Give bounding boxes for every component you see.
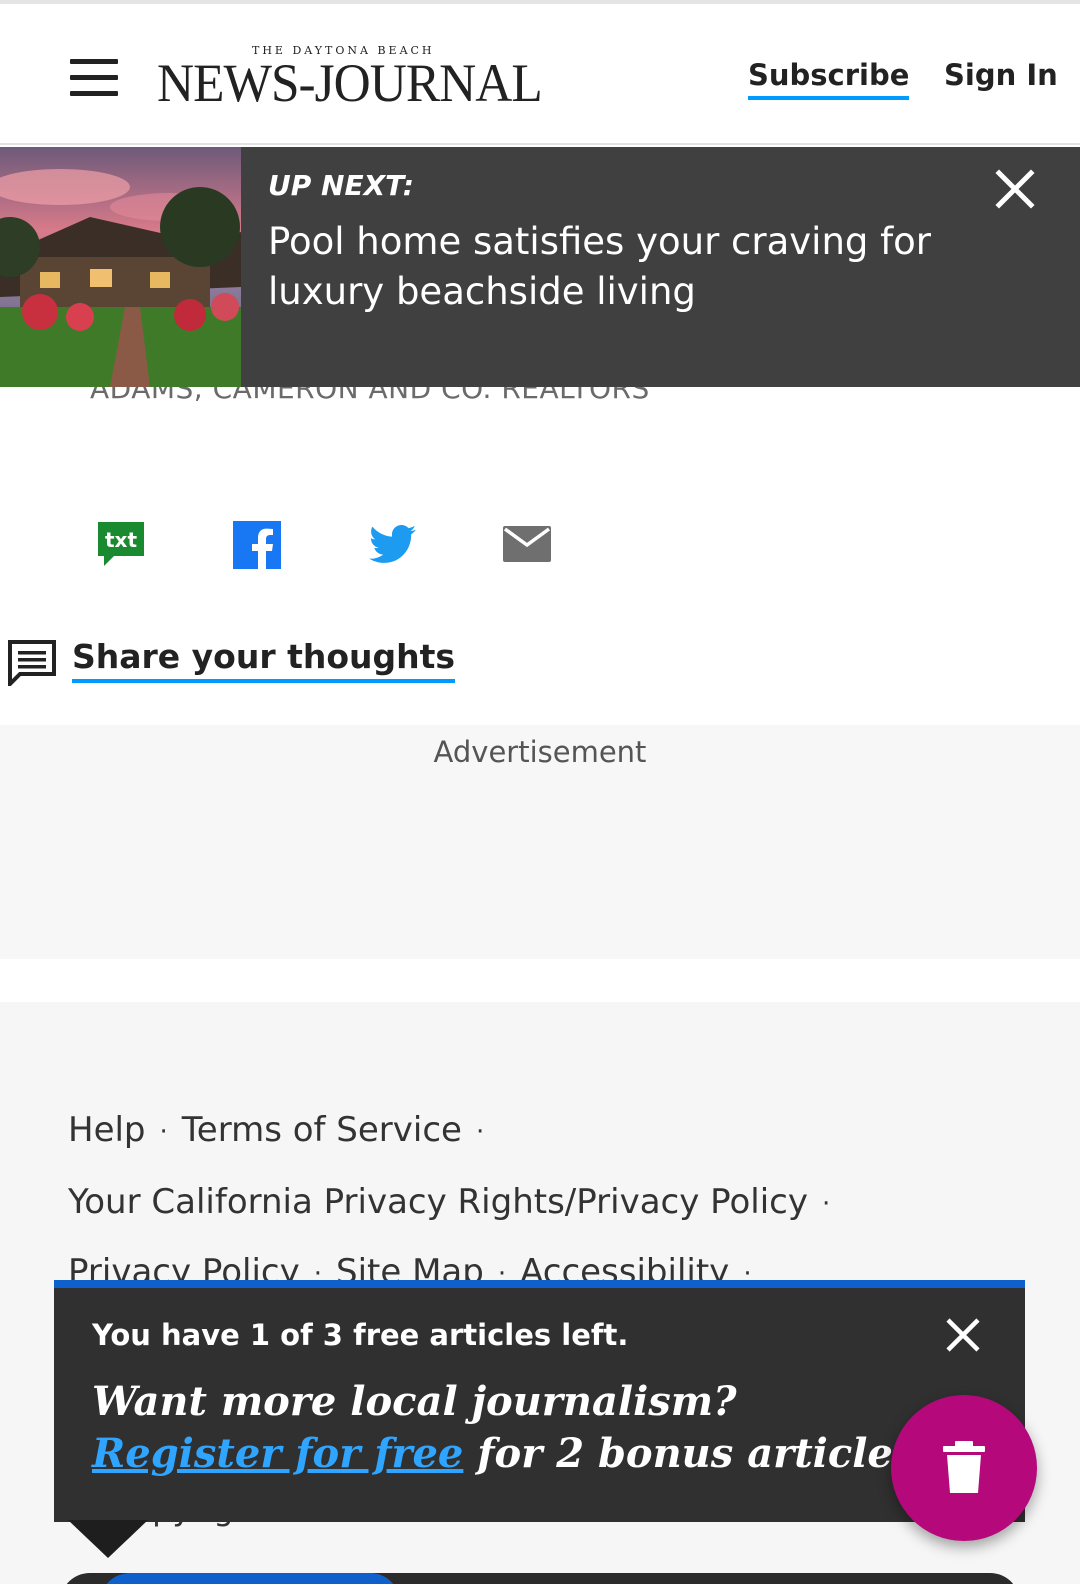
advertisement-slot: Advertisement	[0, 725, 1080, 959]
up-next-title[interactable]: Pool home satisfies your craving for lux…	[268, 217, 968, 317]
bottom-bar-accent	[100, 1573, 400, 1584]
register-link[interactable]: Register for free	[92, 1430, 463, 1477]
up-next-banner[interactable]: UP NEXT: Pool home satisfies your cravin…	[0, 147, 1080, 387]
site-header: THE DAYTONA BEACH NEWS-JOURNAL Subscribe…	[0, 0, 1080, 145]
comments-label[interactable]: Share your thoughts	[72, 637, 456, 683]
site-logo[interactable]: THE DAYTONA BEACH NEWS-JOURNAL	[157, 44, 543, 114]
sign-in-link[interactable]: Sign In	[944, 58, 1058, 92]
up-next-label: UP NEXT:	[268, 169, 414, 202]
footer-link-help[interactable]: Help	[68, 1110, 146, 1150]
close-icon[interactable]	[944, 1316, 982, 1354]
menu-icon[interactable]	[70, 59, 118, 97]
footer-links-row-1: Help · Terms of Service ·	[68, 1110, 485, 1150]
footer-link-terms[interactable]: Terms of Service	[182, 1110, 462, 1150]
logo-main-text: NEWS-JOURNAL	[157, 53, 543, 113]
facebook-icon[interactable]	[232, 520, 282, 570]
subscribe-link[interactable]: Subscribe	[748, 58, 910, 100]
free-articles-modal: You have 1 of 3 free articles left. Want…	[54, 1280, 1025, 1522]
footer-link-california-privacy[interactable]: Your California Privacy Rights/Privacy P…	[68, 1182, 808, 1222]
paywall-cta-line: Register for free for 2 bonus articles!	[92, 1428, 933, 1480]
comment-icon	[8, 640, 56, 689]
email-icon[interactable]	[502, 520, 552, 570]
txt-icon[interactable]: txt	[96, 520, 146, 570]
trash-icon	[943, 1441, 985, 1493]
paywall-headline: Want more local journalism?	[92, 1378, 737, 1425]
share-toolbar: txt	[96, 520, 566, 570]
advertisement-label: Advertisement	[433, 735, 647, 769]
twitter-icon[interactable]	[368, 520, 418, 570]
free-articles-count: You have 1 of 3 free articles left.	[92, 1318, 629, 1352]
txt-icon-label: txt	[105, 528, 137, 552]
close-icon[interactable]	[993, 167, 1037, 211]
paywall-cta-rest: for 2 bonus articles!	[463, 1430, 933, 1477]
bottom-bar	[60, 1573, 1020, 1584]
footer-links-row-2: Your California Privacy Rights/Privacy P…	[68, 1182, 831, 1222]
modal-pointer	[68, 1520, 148, 1558]
delete-button[interactable]	[891, 1395, 1037, 1541]
up-next-thumbnail[interactable]	[0, 147, 241, 387]
